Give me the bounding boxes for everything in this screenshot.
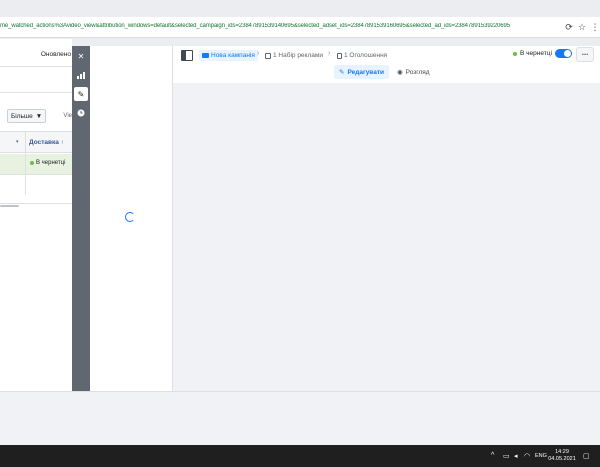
clock-date: 04.05.2021: [548, 456, 576, 462]
caret-down-icon: ▼: [35, 112, 43, 120]
page-footer-area: [0, 391, 600, 445]
system-clock[interactable]: 14:29 04.05.2021: [547, 449, 577, 463]
table-empty-row: [0, 176, 72, 204]
history-clock-icon[interactable]: [74, 106, 88, 120]
column-menu-icon[interactable]: ▾: [16, 139, 19, 145]
close-icon[interactable]: ✕: [74, 49, 88, 63]
pencil-icon: ✎: [339, 69, 345, 76]
editor-body: [173, 83, 600, 391]
edit-mode-button[interactable]: ✎ Редагувати: [334, 65, 390, 79]
table-tabs-area: [0, 67, 72, 93]
review-mode-button[interactable]: ◉ Розгляд: [392, 65, 435, 79]
breadcrumb-adset[interactable]: 1 Набір реклами: [265, 50, 323, 61]
breadcrumb-campaign-label: Нова кампанія: [211, 52, 255, 59]
more-label: Більше: [11, 112, 33, 120]
loading-panel: [90, 46, 173, 391]
draft-status-text: В чернетці: [520, 50, 552, 57]
ad-on-off-toggle[interactable]: [555, 49, 572, 58]
breadcrumb-campaign[interactable]: Нова кампанія: [199, 50, 258, 61]
more-options-button[interactable]: ···: [576, 47, 594, 62]
table-topbar: Оновлено: [0, 39, 72, 67]
delivery-status: В чернетці: [30, 160, 65, 166]
review-mode-label: Розгляд: [405, 68, 430, 76]
table-toolbar: Більше ▼ Vie: [0, 105, 72, 127]
delivery-status-text: В чернетці: [36, 160, 66, 166]
breadcrumb-ad-label: 1 Оголошення: [344, 52, 388, 59]
more-dropdown-button[interactable]: Більше ▼: [7, 109, 47, 123]
view-label[interactable]: Vie: [63, 113, 72, 119]
chevron-right-icon: ›: [257, 50, 260, 57]
draft-status: В чернетці: [513, 50, 552, 57]
clock-time: 14:29: [555, 449, 569, 455]
status-dot-icon: [30, 161, 34, 165]
volume-icon[interactable]: ◂: [514, 452, 518, 460]
chevron-up-icon[interactable]: ^: [491, 452, 494, 459]
breadcrumb-ad[interactable]: 1 Оголошення: [337, 50, 387, 61]
ad-icon: [337, 52, 342, 59]
status-dot-icon: [513, 51, 517, 56]
panel-toggle-icon[interactable]: [181, 50, 193, 61]
extensions-icon[interactable]: ⋮: [589, 21, 600, 33]
updated-label: Оновлено: [40, 51, 71, 58]
loading-spinner-icon: [125, 212, 135, 222]
bookmark-star-icon[interactable]: ☆: [576, 21, 588, 33]
folder-icon: [202, 53, 209, 58]
chevron-right-icon: ›: [328, 50, 331, 57]
reload-icon[interactable]: ⟳: [563, 21, 575, 33]
table-header: ▾ Доставка ↑: [0, 131, 72, 153]
url-text[interactable]: me_watched_actions%3Avideo_view&attribut…: [0, 23, 552, 29]
editor-header: Нова кампанія › 1 Набір реклами › 1 Огол…: [173, 46, 600, 83]
pencil-icon[interactable]: ✎: [74, 87, 88, 101]
table-row[interactable]: В чернетці: [0, 154, 72, 175]
edit-mode-label: Редагувати: [347, 68, 385, 76]
wifi-icon[interactable]: ◠: [524, 452, 530, 460]
windows-taskbar: ^ ▭ ◂ ◠ ENG 14:29 04.05.2021 ▢: [0, 445, 600, 467]
horizontal-scrollbar[interactable]: [0, 205, 19, 207]
breadcrumb-adset-label: 1 Набір реклами: [273, 52, 323, 59]
column-divider: [25, 131, 26, 195]
side-toolbar: ✕ ✎: [72, 46, 90, 391]
adset-icon: [265, 52, 271, 59]
language-indicator[interactable]: ENG: [535, 453, 547, 459]
notifications-icon[interactable]: ▢: [583, 452, 590, 460]
column-delivery-header[interactable]: Доставка ↑: [29, 139, 64, 146]
eye-icon: ◉: [397, 69, 403, 76]
browser-address-bar: me_watched_actions%3Avideo_view&attribut…: [0, 17, 600, 38]
network-icon[interactable]: ▭: [503, 452, 510, 460]
ads-table-pane: Оновлено Більше ▼ Vie ▾ Доставка ↑ В чер…: [0, 39, 72, 391]
chart-icon[interactable]: [74, 68, 88, 82]
